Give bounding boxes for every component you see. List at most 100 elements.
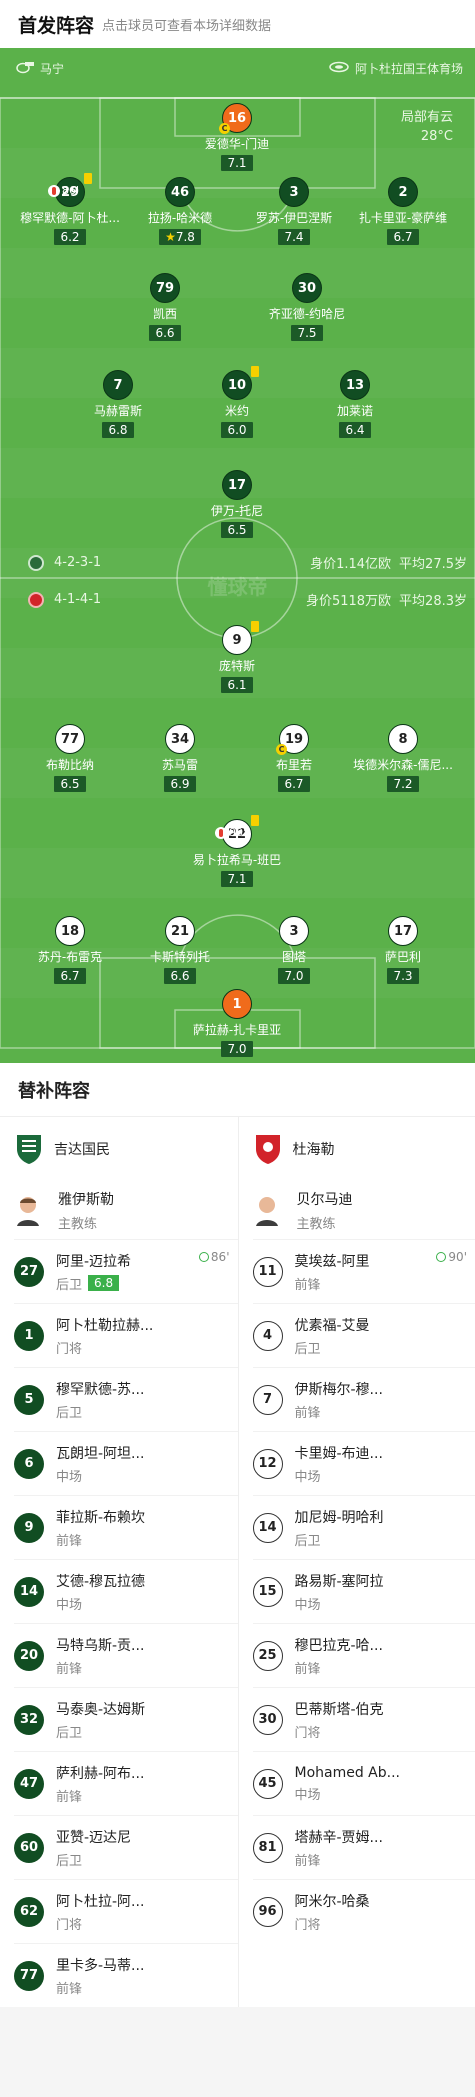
sub-row[interactable]: 27阿里-迈拉希后卫6.886' — [14, 1239, 238, 1303]
home-team-badge — [28, 555, 44, 571]
subs-columns: 吉达国民 雅伊斯勒 主教练 27阿里-迈拉希后卫6.886'1阿卜杜勒拉赫...… — [0, 1117, 475, 2007]
away-player-0[interactable]: 9 庞特斯 6.1 — [177, 625, 297, 693]
away-player-9[interactable]: 17萨巴利7.3 — [343, 916, 463, 984]
sub-row[interactable]: 77里卡多-马蒂...前锋 — [14, 1943, 238, 2007]
sub-row[interactable]: 6瓦朗坦-阿坦...中场 — [14, 1431, 238, 1495]
home-player-0[interactable]: 16C爱德华-门迪7.1 — [177, 103, 297, 171]
home-player-1[interactable]: 2986'穆罕默德-阿卜杜...6.2 — [10, 177, 130, 245]
home-player-3[interactable]: 3罗苏-伊巴涅斯7.4 — [234, 177, 354, 245]
player-rating: 6.9 — [164, 776, 195, 792]
player-number: 79 — [150, 273, 180, 303]
player-number: 3 — [279, 916, 309, 946]
sub-row[interactable]: 47萨利赫-阿布...前锋 — [14, 1751, 238, 1815]
home-subs-header[interactable]: 吉达国民 — [14, 1117, 238, 1181]
player-name: 庞特斯 — [177, 657, 297, 674]
sub-name: 穆巴拉克-哈... — [295, 1635, 383, 1655]
sub-position: 前锋 — [295, 1274, 321, 1293]
player-rating: 6.1 — [221, 677, 252, 693]
sub-row[interactable]: 14艾德-穆瓦拉德中场 — [14, 1559, 238, 1623]
home-player-2[interactable]: 46拉扬-哈米德★7.8 — [120, 177, 240, 245]
player-name: 伊万-托尼 — [177, 502, 297, 519]
home-coach-role: 主教练 — [58, 1213, 114, 1232]
sub-row[interactable]: 12卡里姆-布迪...中场 — [253, 1431, 475, 1495]
sub-number: 5 — [14, 1385, 44, 1415]
home-team-name: 吉达国民 — [54, 1139, 110, 1159]
sub-position: 后卫 — [56, 1850, 82, 1869]
sub-name: 瓦朗坦-阿坦... — [56, 1443, 144, 1463]
home-coach[interactable]: 雅伊斯勒 主教练 — [14, 1181, 238, 1239]
sub-position: 门将 — [295, 1914, 321, 1933]
away-player-1[interactable]: 77布勒比纳6.5 — [10, 724, 130, 792]
sub-row[interactable]: 60亚赞-迈达尼后卫 — [14, 1815, 238, 1879]
sub-row[interactable]: 14加尼姆-明哈利后卫 — [253, 1495, 475, 1559]
sub-row[interactable]: 11莫埃兹-阿里前锋90' — [253, 1239, 475, 1303]
stadium-icon — [329, 61, 349, 76]
sub-row[interactable]: 32马泰奥-达姆斯后卫 — [14, 1687, 238, 1751]
player-name: 布勒比纳 — [10, 756, 130, 773]
away-player-3[interactable]: 19C布里若6.7 — [234, 724, 354, 792]
sub-name: 优素福-艾曼 — [295, 1315, 370, 1335]
sub-row[interactable]: 4优素福-艾曼后卫 — [253, 1303, 475, 1367]
away-player-2[interactable]: 34 苏马雷 6.9 — [120, 724, 240, 792]
away-player-5[interactable]: 2290'易卜拉希马-班巴7.1 — [177, 819, 297, 887]
captain-icon: C — [219, 123, 230, 134]
home-player-9[interactable]: 13加莱诺6.4 — [295, 370, 415, 438]
sub-number: 15 — [253, 1577, 283, 1607]
sub-row[interactable]: 7伊斯梅尔-穆...前锋 — [253, 1367, 475, 1431]
away-subs-header[interactable]: 杜海勒 — [253, 1117, 475, 1181]
away-player-7[interactable]: 21卡斯特列托6.6 — [120, 916, 240, 984]
page-title: 首发阵容 — [18, 11, 94, 38]
sub-number: 25 — [253, 1641, 283, 1671]
sub-name: 加尼姆-明哈利 — [295, 1507, 384, 1527]
sub-position: 中场 — [295, 1784, 321, 1803]
home-player-8[interactable]: 10米约6.0 — [177, 370, 297, 438]
sub-row[interactable]: 9菲拉斯-布赖坎前锋 — [14, 1495, 238, 1559]
sub-number: 14 — [14, 1577, 44, 1607]
subs-title: 替补阵容 — [0, 1063, 475, 1117]
sub-row[interactable]: 45Mohamed Ab...中场 — [253, 1751, 475, 1815]
away-player-8[interactable]: 3图塔7.0 — [234, 916, 354, 984]
player-number: 34 — [165, 724, 195, 754]
sub-row[interactable]: 15路易斯-塞阿拉中场 — [253, 1559, 475, 1623]
home-player-4[interactable]: 2扎卡里亚-豪萨维6.7 — [343, 177, 463, 245]
player-number: 17 — [222, 470, 252, 500]
player-name: 苏马雷 — [120, 756, 240, 773]
sub-position: 中场 — [295, 1466, 321, 1485]
player-name: 埃德米尔森-儒尼... — [343, 756, 463, 773]
sub-number: 11 — [253, 1257, 283, 1287]
away-coach[interactable]: 贝尔马迪 主教练 — [253, 1181, 475, 1239]
player-number: 46 — [165, 177, 195, 207]
sub-position: 后卫 — [56, 1722, 82, 1741]
away-player-6[interactable]: 18苏丹-布雷克6.7 — [10, 916, 130, 984]
home-player-5[interactable]: 79凯西6.6 — [105, 273, 225, 341]
player-number: 17 — [388, 916, 418, 946]
sub-off-icon — [215, 827, 227, 839]
away-player-10[interactable]: 1萨拉赫-扎卡里亚7.0 — [177, 989, 297, 1057]
sub-name: 穆罕默德-苏... — [56, 1379, 144, 1399]
player-name: 凯西 — [105, 305, 225, 322]
sub-row[interactable]: 5穆罕默德-苏...后卫 — [14, 1367, 238, 1431]
sub-number: 6 — [14, 1449, 44, 1479]
sub-row[interactable]: 20马特乌斯-贡...前锋 — [14, 1623, 238, 1687]
home-player-10[interactable]: 17伊万-托尼6.5 — [177, 470, 297, 538]
sub-number: 45 — [253, 1769, 283, 1799]
sub-row[interactable]: 96阿米尔-哈桑门将 — [253, 1879, 475, 1943]
player-number: 77 — [55, 724, 85, 754]
home-player-7[interactable]: 7马赫雷斯6.8 — [58, 370, 178, 438]
yellow-card-icon — [84, 173, 92, 184]
player-number: 9 — [222, 625, 252, 655]
away-player-4[interactable]: 8埃德米尔森-儒尼...7.2 — [343, 724, 463, 792]
sub-row[interactable]: 30巴蒂斯塔-伯克门将 — [253, 1687, 475, 1751]
sub-number: 77 — [14, 1961, 44, 1991]
sub-number: 62 — [14, 1897, 44, 1927]
sub-row[interactable]: 25穆巴拉克-哈...前锋 — [253, 1623, 475, 1687]
sub-name: 塔赫辛-贾姆... — [295, 1827, 383, 1847]
sub-position: 前锋 — [56, 1786, 82, 1805]
player-rating: 6.7 — [278, 776, 309, 792]
sub-name: 莫埃兹-阿里 — [295, 1251, 370, 1271]
sub-row[interactable]: 81塔赫辛-贾姆...前锋 — [253, 1815, 475, 1879]
sub-row[interactable]: 1阿卜杜勒拉赫...门将 — [14, 1303, 238, 1367]
sub-row[interactable]: 62阿卜杜拉-阿...门将 — [14, 1879, 238, 1943]
home-player-6[interactable]: 30齐亚德-约哈尼7.5 — [247, 273, 367, 341]
away-formation: 4-1-4-1 — [54, 592, 101, 607]
